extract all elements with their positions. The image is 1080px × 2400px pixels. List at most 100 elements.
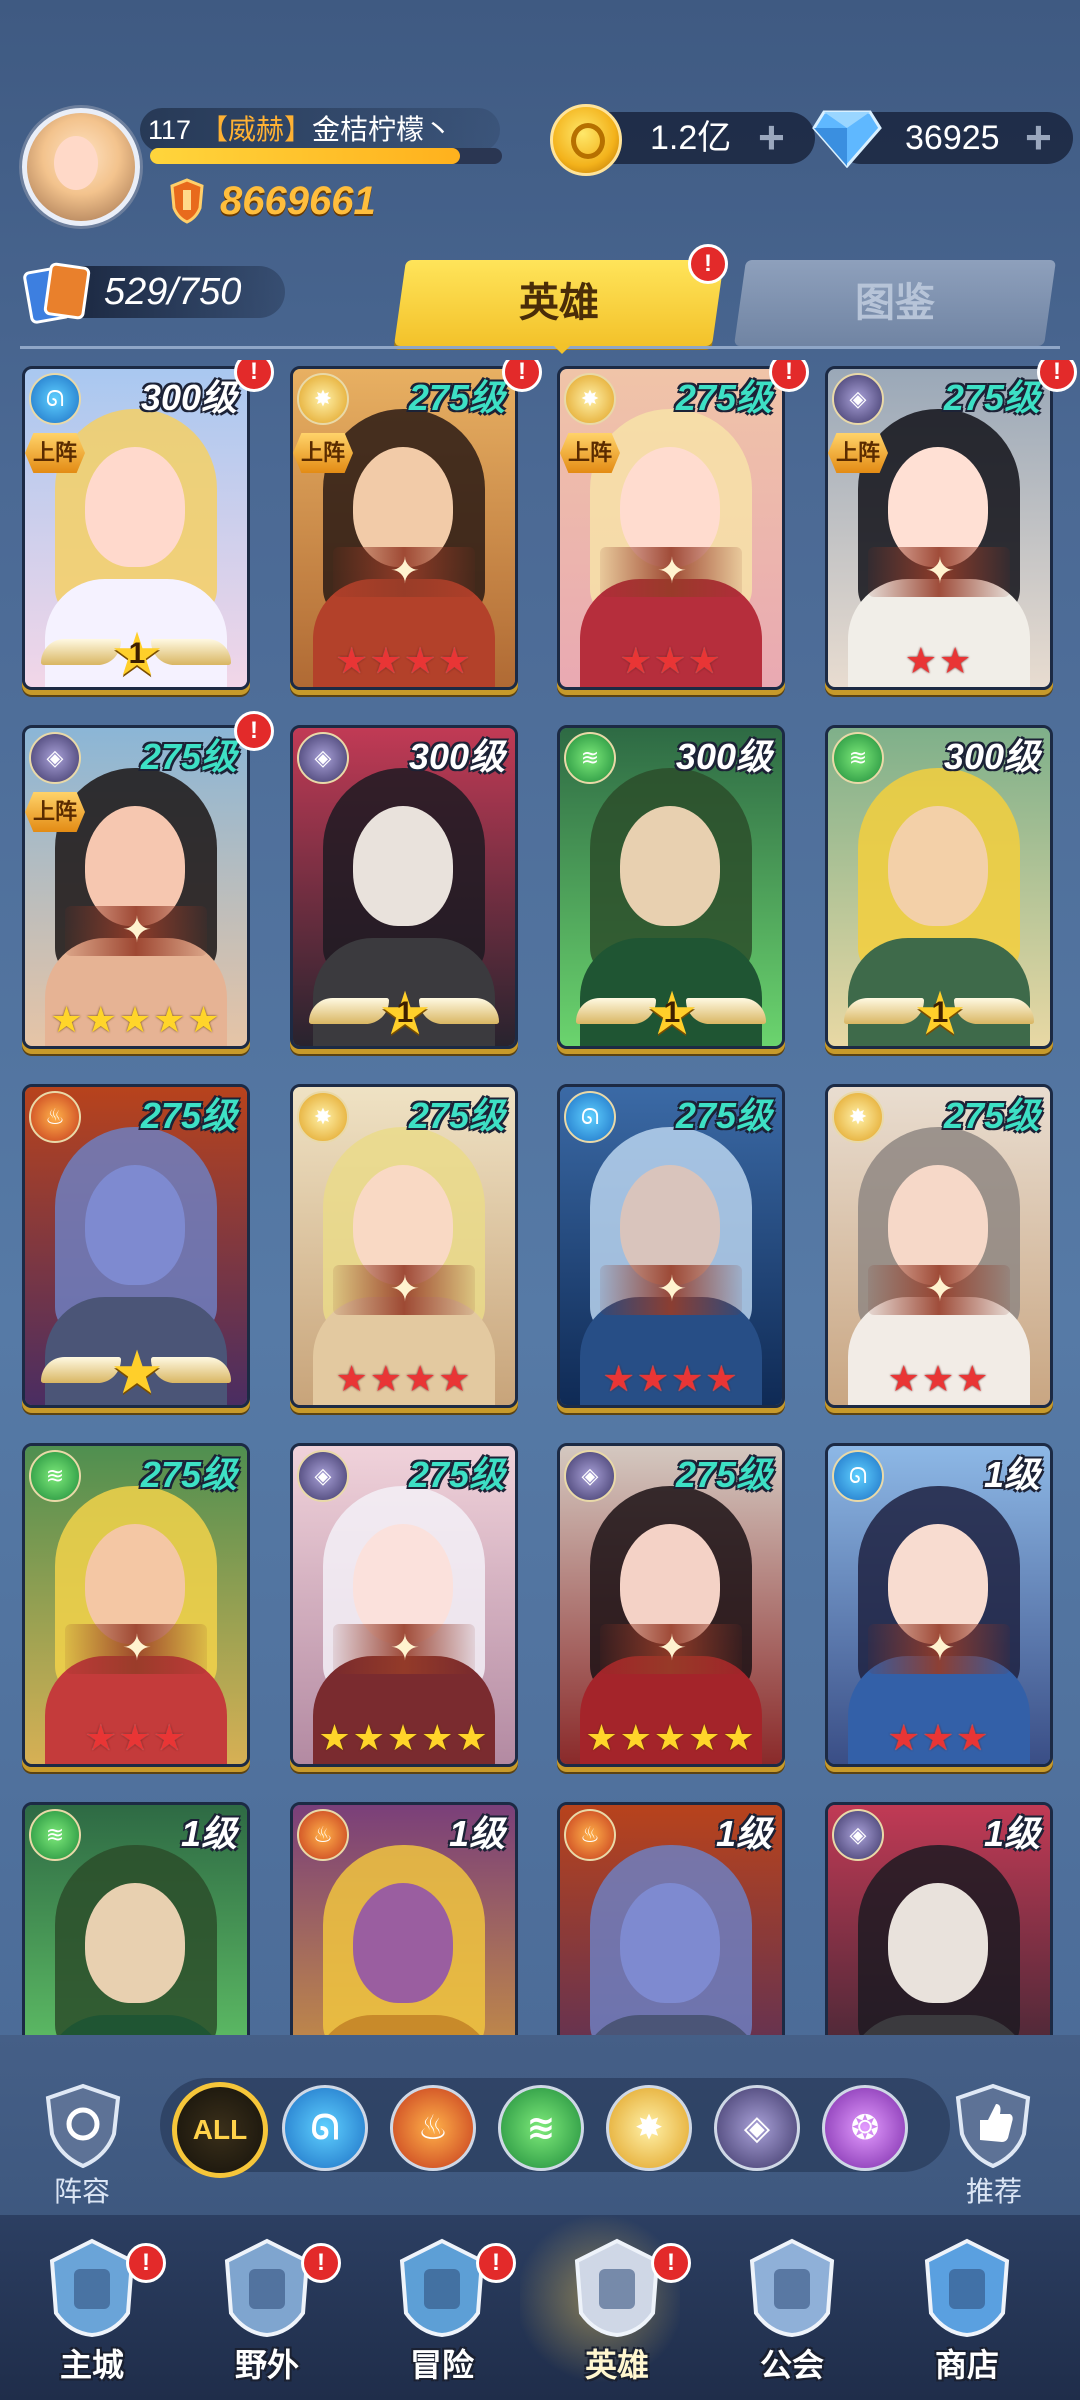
formation-shield-icon[interactable] [38,2080,128,2170]
hero-card[interactable]: ✸ 275级上阵 ★★★ [557,366,785,690]
hero-card[interactable]: ≋ 1级 [22,1802,250,2035]
arcane-faction-icon[interactable]: ❂ [822,2085,908,2171]
hero-card[interactable]: ◈ 275级上阵 ★★ [825,366,1053,690]
hero-card[interactable]: ᘏ 300级 上阵 ★ 1 [22,366,250,690]
on-team-tag: 上阵 [828,433,888,473]
nav-label: 主城 [59,2347,124,2383]
hero-card[interactable]: ᘏ 1级 ★★★ [825,1443,1053,1767]
hero-emblem [333,1265,475,1315]
nav-item[interactable]: 英雄! [537,2215,697,2400]
nav-red-dot-badge: ! [301,2243,341,2283]
castle-icon [49,2238,135,2338]
awaken-wings-icon: ★ 1 [576,984,766,1044]
hero-red-dot-badge: ! [769,360,809,392]
tab-codex[interactable]: 图鉴 [740,260,1050,346]
hero-card[interactable]: ◈ 275级 ★★★★★ [557,1443,785,1767]
fire-faction-icon: ♨ [29,1091,81,1143]
hero-card[interactable]: ◈ 275级上阵 ★★★★★ [22,725,250,1049]
fire-faction-icon[interactable]: ♨ [390,2085,476,2171]
hero-face [620,1883,720,2003]
fire-faction-icon: ♨ [297,1809,349,1861]
hero-stars: ★★★ [887,1358,991,1399]
light-faction-icon: ✸ [297,373,349,425]
hero-face [85,1165,185,1285]
hero-card[interactable]: ♨ 1级 [557,1802,785,2035]
water-faction-icon: ᘏ [29,373,81,425]
hero-stars: ★★★★ [602,1358,740,1399]
player-nickname: 金桔柠檬丶 [312,114,453,145]
nav-label: 公会 [759,2347,824,2383]
formation-label: 阵容 [53,2176,110,2207]
hero-face [85,447,185,567]
hero-card[interactable]: ✸ 275级上阵 ★★★★ [290,366,518,690]
on-team-tag: 上阵 [25,792,85,832]
hero-cards-icon [23,262,91,324]
hero-emblem [600,547,742,597]
dark-faction-icon: ◈ [297,732,349,784]
nav-label: 冒险 [409,2347,474,2383]
tab-divider [20,346,1060,349]
add-gem-button[interactable]: + [1025,112,1052,162]
awaken-wings-icon: ★ 1 [844,984,1034,1044]
avatar-face [54,136,98,190]
awaken-rank: 1 [128,637,146,670]
gold-coin-icon [550,104,622,176]
light-faction-icon: ✸ [832,1091,884,1143]
nav-red-dot-badge: ! [476,2243,516,2283]
nature-faction-icon[interactable]: ≋ [498,2085,584,2171]
nav-item[interactable]: 公会 [712,2215,872,2400]
nav-label: 野外 [234,2347,299,2383]
hero-card[interactable]: ◈ 1级 [825,1802,1053,2035]
hero-card[interactable]: ≋ 300级 ★ 1 [825,725,1053,1049]
nav-item[interactable]: 野外! [187,2215,347,2400]
combat-power: 8669661 [220,179,376,223]
hero-red-dot-badge: ! [502,360,542,392]
nav-red-dot-badge: ! [126,2243,166,2283]
hero-card[interactable]: ♨ 275级 ★ [22,1084,250,1408]
nav-item[interactable]: 冒险! [362,2215,522,2400]
hero-emblem [868,1265,1010,1315]
knight-helmet-icon [574,2238,660,2338]
hero-face [85,1883,185,2003]
hero-card[interactable]: ≋ 300级 ★ 1 [557,725,785,1049]
awaken-wings-icon: ★ 1 [309,984,499,1044]
hero-level: 275级 [140,736,237,777]
tab-heroes[interactable]: 英雄 [400,260,718,346]
all-filter-icon[interactable]: ALL [172,2082,268,2178]
hero-level: 275级 [675,1454,772,1495]
nav-item[interactable]: 主城! [12,2215,172,2400]
hero-emblem [333,1624,475,1674]
player-name: 【威赫】金桔柠檬丶 [200,108,452,152]
hero-stars: ★★★★ [335,1358,473,1399]
tab-heroes-badge: ! [688,244,728,284]
hero-level: 275级 [408,1454,505,1495]
hero-card[interactable]: ♨ 1级 [290,1802,518,2035]
hero-card[interactable]: ✸ 275级 ★★★★ [290,1084,518,1408]
water-faction-icon[interactable]: ᘏ [282,2085,368,2171]
hero-grid: ᘏ300级上阵★1!✸275级上阵★★★★!✸275级上阵★★★!◈275级上阵… [0,360,1080,2035]
nav-item[interactable]: 商店 [887,2215,1047,2400]
hero-card[interactable]: ◈ 300级 ★ 1 [290,725,518,1049]
hero-emblem [65,1624,207,1674]
hero-card[interactable]: ◈ 275级 ★★★★★ [290,1443,518,1767]
gold-amount: 1.2亿 [650,119,732,157]
guild-tag: 【威赫】 [200,114,313,145]
hero-level: 275级 [408,1095,505,1136]
hero-card[interactable]: ✸ 275级 ★★★ [825,1084,1053,1408]
hero-level: 1级 [448,1813,505,1854]
add-gold-button[interactable]: + [758,112,785,162]
dark-faction-icon: ◈ [564,1450,616,1502]
nav-red-dot-badge: ! [651,2243,691,2283]
hero-face [353,1883,453,2003]
recommend-thumbs-up-icon[interactable] [948,2080,1038,2170]
hero-emblem [868,547,1010,597]
fire-faction-icon: ♨ [564,1809,616,1861]
hero-card[interactable]: ≋ 275级 ★★★ [22,1443,250,1767]
hero-emblem [333,547,475,597]
awaken-rank: 1 [396,996,414,1029]
hero-card[interactable]: ᘏ 275级 ★★★★ [557,1084,785,1408]
hero-level: 275级 [943,1095,1040,1136]
awaken-wings-icon: ★ [41,1343,231,1403]
dark-faction-icon[interactable]: ◈ [714,2085,800,2171]
light-faction-icon[interactable]: ✸ [606,2085,692,2171]
